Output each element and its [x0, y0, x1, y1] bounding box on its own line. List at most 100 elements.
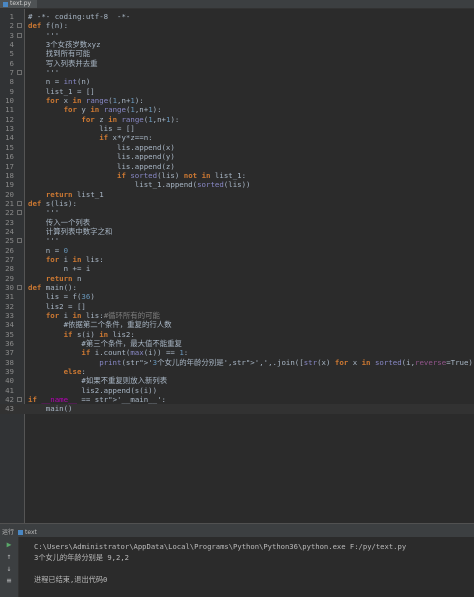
fold-marker-icon[interactable] [17, 23, 22, 29]
syntax-token: for [45, 254, 60, 264]
code-line[interactable]: 12 for z in range(1,n+1): [0, 115, 474, 124]
code-text: 计算列表中数字之和 [28, 226, 113, 236]
code-line[interactable]: 40 #如果不重复则放入新列表 [0, 376, 474, 385]
line-number: 39 [5, 367, 14, 377]
editor-tab-bar: text.py [0, 0, 474, 9]
code-line[interactable]: 27 for i in lis: [0, 255, 474, 264]
code-text: lis2 = [] [28, 301, 86, 311]
code-line[interactable]: 10 for x in range(1,n+1): [0, 96, 474, 105]
code-line[interactable]: 4 3个女孩岁数xyz [0, 40, 474, 49]
code-line[interactable]: 11 for y in range(1,n+1): [0, 105, 474, 114]
code-line[interactable]: 43 main() [0, 404, 474, 414]
line-number: 7 [9, 68, 14, 78]
syntax-token: range [103, 105, 126, 115]
code-line[interactable]: 8 n = int(n) [0, 77, 474, 86]
code-text: lis.append(y) [28, 152, 175, 162]
code-line[interactable]: 33 for i in lis:#循环所有的可能 [0, 311, 474, 320]
tab-text-py[interactable]: text.py [0, 0, 38, 8]
code-line[interactable]: 2 def f(n): [0, 21, 474, 30]
code-line[interactable]: 39 else: [0, 367, 474, 376]
fold-marker-icon[interactable] [17, 238, 22, 244]
code-line[interactable]: 30 def main(): [0, 283, 474, 292]
syntax-token: in [361, 357, 371, 367]
code-line[interactable]: 28 n += i [0, 264, 474, 273]
code-line[interactable]: 21 def s(lis): [0, 199, 474, 208]
code-line[interactable]: 18 if sorted(lis) not in list_1: [0, 171, 474, 180]
code-text: ''' [28, 68, 60, 78]
code-text: if __name__ == str">'__main__': [28, 395, 166, 405]
code-text: #第三个条件，最大值不能重复 [28, 339, 182, 349]
code-line[interactable]: 37 if i.count(max(i)) == 1: [0, 348, 474, 357]
code-line[interactable]: 19 list_1.append(sorted(lis)) [0, 180, 474, 189]
python-file-icon [3, 1, 8, 7]
code-editor[interactable]: 1 # -*- coding:utf-8 -*- 2 def f(n): 3 ''' 4 … [0, 9, 474, 523]
code-text: n = int(n) [28, 77, 91, 87]
code-line[interactable]: 7 ''' [0, 68, 474, 77]
line-number: 23 [5, 217, 14, 227]
code-line[interactable]: 1 # -*- coding:utf-8 -*- [0, 12, 474, 21]
code-line[interactable]: 14 if x*y*z==n: [0, 133, 474, 142]
code-line[interactable]: 13 lis = [] [0, 124, 474, 133]
code-line[interactable]: 34 #依据第二个条件，重复的行人数 [0, 320, 474, 329]
fold-marker-icon[interactable] [17, 397, 22, 403]
code-line[interactable]: 9 list_1 = [] [0, 87, 474, 96]
syntax-token: for [81, 114, 95, 124]
console-output: C:\Users\Administrator\AppData\Local\Pro… [34, 541, 406, 585]
run-config-tab[interactable]: text [18, 528, 37, 537]
code-text: lis = [] [28, 124, 135, 134]
syntax-token: range [85, 96, 109, 106]
code-line[interactable]: 25 ''' [0, 236, 474, 245]
code-line[interactable]: 22 ''' [0, 208, 474, 217]
fold-marker-icon[interactable] [17, 200, 22, 206]
code-line[interactable]: 26 n = 0 [0, 246, 474, 255]
code-line[interactable]: 41 lis2.append(s(i)) [0, 386, 474, 395]
line-number: 18 [5, 170, 14, 180]
syntax-token: in [72, 96, 82, 106]
fold-marker-icon[interactable] [17, 32, 22, 38]
code-line[interactable]: 29 return n [0, 274, 474, 283]
syntax-token: max [130, 348, 144, 358]
code-line[interactable]: 5 找到所有可能 [0, 49, 474, 58]
syntax-token: return [45, 189, 73, 199]
syntax-token: 1 [130, 96, 135, 106]
code-line[interactable]: 38 print(str">'3个女儿的年龄分别是',str">',',.joi… [0, 358, 474, 367]
code-text: if i.count(max(i)) == 1: [81, 348, 189, 358]
code-line[interactable]: 31 lis = f(36) [0, 292, 474, 301]
code-line[interactable]: 32 lis2 = [] [0, 302, 474, 311]
code-line[interactable]: 35 if s(i) in lis2: [0, 330, 474, 339]
fold-marker-icon[interactable] [17, 284, 22, 290]
code-line[interactable]: 24 计算列表中数字之和 [0, 227, 474, 236]
code-line[interactable]: 42 if __name__ == str">'__main__': [0, 395, 474, 404]
syntax-token: reverse [415, 357, 447, 367]
code-line[interactable]: 23 传入一个列表 [0, 218, 474, 227]
code-text: 3个女孩岁数xyz [28, 40, 101, 50]
python-file-icon [18, 530, 23, 535]
syntax-token: in [72, 254, 82, 264]
line-number: 19 [5, 180, 14, 190]
fold-marker-icon[interactable] [17, 210, 22, 216]
rerun-icon[interactable]: ▶ [3, 540, 15, 550]
line-number: 11 [5, 105, 14, 115]
code-line[interactable]: 6 写入列表并去重 [0, 59, 474, 68]
syntax-token: if [63, 329, 73, 339]
syntax-token: sorted [130, 170, 158, 180]
scroll-down-icon[interactable]: ↓ [3, 564, 15, 574]
code-line[interactable]: 3 ''' [0, 31, 474, 40]
syntax-token: 1 [148, 114, 153, 124]
line-number: 8 [9, 77, 14, 87]
code-line[interactable]: 17 lis.append(z) [0, 162, 474, 171]
code-line[interactable]: 20 return list_1 [0, 190, 474, 199]
code-line[interactable]: 36 #第三个条件，最大值不能重复 [0, 339, 474, 348]
code-text: ''' [28, 208, 60, 218]
code-text: for x in range(1,n+1): [45, 96, 144, 106]
syntax-token: if [99, 133, 109, 143]
line-number: 4 [9, 40, 14, 50]
code-lines: 1 # -*- coding:utf-8 -*- 2 def f(n): 3 ''' 4 … [0, 12, 474, 414]
run-config-name: text [25, 529, 37, 536]
fold-marker-icon[interactable] [17, 70, 22, 76]
scroll-up-icon[interactable]: ↑ [3, 552, 15, 562]
syntax-token: in [201, 170, 211, 180]
code-line[interactable]: 15 lis.append(x) [0, 143, 474, 152]
soft-wrap-icon[interactable]: ≡ [3, 576, 15, 586]
code-line[interactable]: 16 lis.append(y) [0, 152, 474, 161]
